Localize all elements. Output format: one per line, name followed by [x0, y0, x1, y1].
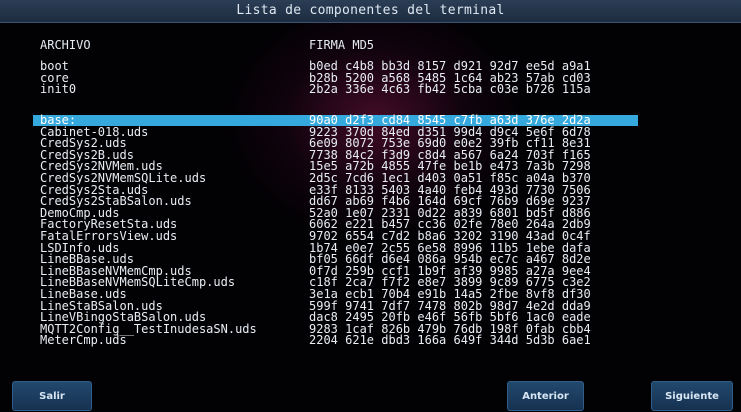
- terminal-screen: Lista de componentes del terminal ARCHIV…: [0, 0, 741, 412]
- system-file-md5: 2b2a 336e 4c63 fb42 5cba c03e b726 115a: [309, 82, 591, 97]
- window-title: Lista de componentes del terminal: [0, 0, 741, 23]
- component-row-name[interactable]: MeterCmp.uds: [40, 334, 257, 347]
- exit-button[interactable]: Salir: [12, 381, 92, 411]
- md5-column-header: FIRMA MD5: [309, 38, 375, 52]
- file-column-header: ARCHIVO: [40, 38, 91, 52]
- system-file-list: boot core init0: [40, 60, 77, 97]
- component-md5-list: 90a0 d2f3 cd84 8545 c7fb a63d 376e 2d2a 9…: [309, 114, 591, 348]
- system-file-name: init0: [40, 82, 77, 97]
- next-button[interactable]: Siguiente: [651, 381, 733, 411]
- system-md5-list: b0ed c4b8 bb3d 8157 d921 92d7 ee5d a9a1 b…: [309, 60, 591, 97]
- component-row-md5: 2204 621e dbd3 166a 649f 344d 5d3b 6ae1: [309, 333, 591, 348]
- previous-button[interactable]: Anterior: [507, 381, 584, 411]
- component-list[interactable]: base: Cabinet-018.uds CredSys2.uds CredSys2…: [40, 114, 257, 347]
